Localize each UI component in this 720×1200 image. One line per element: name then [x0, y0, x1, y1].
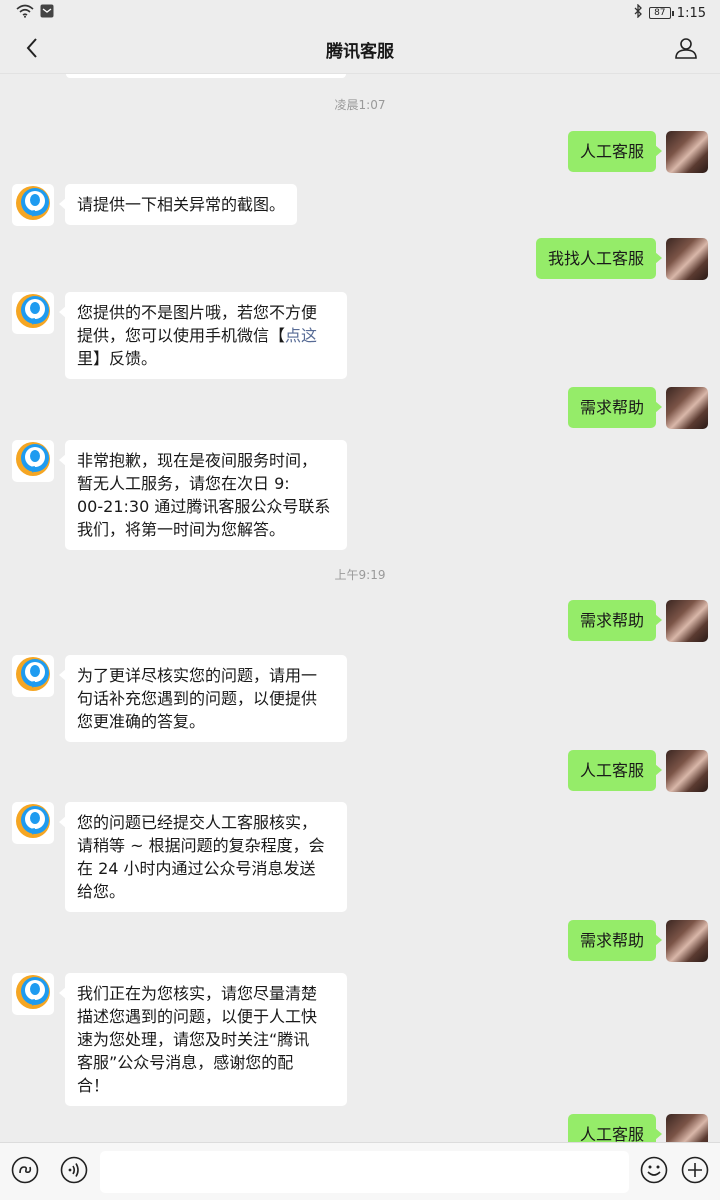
- feedback-link[interactable]: 点这: [285, 326, 317, 345]
- nav-bar: 腾讯客服: [0, 26, 720, 74]
- message-text: 速为您处理，请您及时关注“腾讯: [77, 1030, 310, 1049]
- message-text: 00-21:30 通过腾讯客服公众号联系: [77, 497, 331, 516]
- message-text: 给您。: [77, 882, 126, 901]
- message-bubble-sent[interactable]: 人工客服: [567, 131, 663, 172]
- voice-icon: [60, 1156, 88, 1188]
- status-time: 1:15: [676, 5, 706, 21]
- bluetooth-icon: [633, 3, 643, 22]
- status-bar: 87 1:15: [0, 0, 720, 26]
- message-bubble-received[interactable]: 我们正在为您核实，请您尽量清楚 描述您遇到的问题，以便于人工快 速为您处理，请您…: [59, 973, 347, 1106]
- tencent-service-avatar[interactable]: [12, 292, 54, 334]
- message-bubble-received[interactable]: 您提供的不是图片哦，若您不方便 提供，您可以使用手机微信【点这 里】反馈。: [59, 292, 347, 379]
- self-avatar[interactable]: [666, 600, 708, 642]
- message-bubble-sent[interactable]: 人工客服: [567, 1114, 663, 1142]
- voice-button[interactable]: [59, 1156, 89, 1188]
- battery-icon: 87: [648, 7, 674, 19]
- previous-message-edge: [66, 74, 346, 78]
- message-text: 描述您遇到的问题，以便于人工快: [77, 1007, 318, 1026]
- message-input[interactable]: [100, 1151, 629, 1193]
- message-bubble-sent[interactable]: 人工客服: [567, 750, 663, 791]
- message-text: 人工客服: [579, 142, 644, 161]
- timestamp: 上午9:19: [334, 568, 386, 582]
- message-bubble-sent[interactable]: 需求帮助: [567, 920, 663, 961]
- message-text: 合！: [77, 1076, 110, 1095]
- message-text: 暂无人工服务，请您在次日 9:: [77, 474, 290, 493]
- message-bubble-received[interactable]: 为了更详尽核实您的问题，请用一 句话补充您遇到的问题，以便提供 您更准确的答复。: [59, 655, 347, 742]
- message-text: 需求帮助: [579, 931, 644, 950]
- message-bubble-sent[interactable]: 需求帮助: [567, 600, 663, 641]
- qq-logo-icon: [13, 440, 53, 482]
- message-text: 需求帮助: [579, 611, 644, 630]
- tencent-service-avatar[interactable]: [12, 973, 54, 1015]
- tencent-service-avatar[interactable]: [12, 655, 54, 697]
- wifi-icon: [16, 4, 34, 22]
- self-avatar[interactable]: [666, 238, 708, 280]
- battery-level: 87: [654, 7, 666, 18]
- mini-program-icon: [11, 1156, 39, 1188]
- message-bubble-received[interactable]: 您的问题已经提交人工客服核实， 请稍等 ~ 根据问题的复杂程度，会 在 24 小…: [59, 802, 347, 912]
- self-avatar[interactable]: [666, 1114, 708, 1142]
- message-text: 非常抱歉，现在是夜间服务时间，: [77, 451, 318, 470]
- message-text: 提供，您可以使用手机微信【: [77, 326, 286, 345]
- qq-logo-icon: [13, 655, 53, 697]
- chevron-left-icon: [25, 37, 39, 63]
- qq-logo-icon: [13, 184, 53, 226]
- message-text: 客服”公众号消息，感谢您的配: [77, 1053, 294, 1072]
- message-text: 句话补充您遇到的问题，以便提供: [77, 689, 318, 708]
- message-text: 您更准确的答复。: [77, 712, 206, 731]
- notification-icon: [40, 4, 54, 22]
- message-text: 为了更详尽核实您的问题，请用一: [77, 666, 318, 685]
- message-text: 我找人工客服: [547, 249, 644, 268]
- emoji-button[interactable]: [639, 1156, 669, 1188]
- message-text: 在 24 小时内通过公众号消息发送: [77, 859, 316, 878]
- page-title: 腾讯客服: [326, 42, 394, 62]
- tencent-service-avatar[interactable]: [12, 184, 54, 226]
- timestamp: 凌晨1:07: [334, 98, 386, 112]
- message-bubble-received[interactable]: 非常抱歉，现在是夜间服务时间， 暂无人工服务，请您在次日 9: 00-21:30…: [59, 440, 347, 550]
- input-bar: [0, 1142, 720, 1200]
- self-avatar[interactable]: [666, 387, 708, 429]
- more-button[interactable]: [680, 1156, 710, 1188]
- back-button[interactable]: [16, 34, 48, 66]
- tencent-service-avatar[interactable]: [12, 802, 54, 844]
- qq-logo-icon: [13, 802, 53, 844]
- message-text: 里】反馈。: [77, 349, 158, 368]
- self-avatar[interactable]: [666, 131, 708, 173]
- message-text: 您的问题已经提交人工客服核实，: [77, 813, 318, 832]
- self-avatar[interactable]: [666, 750, 708, 792]
- message-text: 您提供的不是图片哦，若您不方便: [77, 303, 318, 322]
- chat-area[interactable]: 凌晨1:07 人工客服 请提供一下相关异常的截图。 我找人工客服 您提供的不是图…: [0, 74, 720, 1142]
- plus-icon: [681, 1156, 709, 1188]
- message-text: 请稍等 ~ 根据问题的复杂程度，会: [77, 836, 325, 855]
- self-avatar[interactable]: [666, 920, 708, 962]
- message-text: 需求帮助: [579, 398, 644, 417]
- message-bubble-received[interactable]: 请提供一下相关异常的截图。: [58, 184, 298, 225]
- user-icon: [674, 36, 698, 64]
- profile-button[interactable]: [672, 36, 700, 64]
- message-bubble-sent[interactable]: 我找人工客服: [535, 238, 663, 279]
- qq-logo-icon: [13, 292, 53, 334]
- message-bubble-sent[interactable]: 需求帮助: [567, 387, 663, 428]
- message-text: 人工客服: [579, 761, 644, 780]
- mini-program-button[interactable]: [10, 1156, 40, 1188]
- emoji-icon: [640, 1156, 668, 1188]
- message-text: 我们正在为您核实，请您尽量清楚: [77, 984, 318, 1003]
- message-text: 我们，将第一时间为您解答。: [77, 520, 286, 539]
- message-text: 请提供一下相关异常的截图。: [77, 195, 286, 214]
- qq-logo-icon: [13, 973, 53, 1015]
- message-text: 人工客服: [579, 1125, 644, 1142]
- tencent-service-avatar[interactable]: [12, 440, 54, 482]
